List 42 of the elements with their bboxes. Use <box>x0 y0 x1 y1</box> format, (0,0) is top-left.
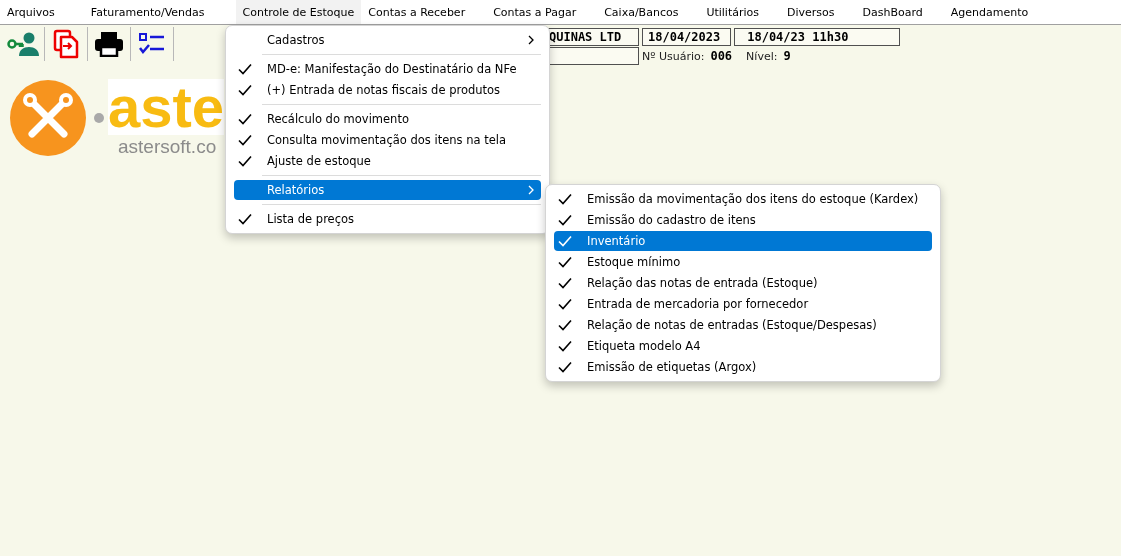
user-number-value: 006 <box>710 49 733 63</box>
menu-item[interactable]: Lista de preços <box>234 209 541 229</box>
menu-item[interactable]: Ajuste de estoque <box>234 151 541 171</box>
menu-item[interactable]: Emissão da movimentação dos itens do estoque (Kardex) <box>554 189 932 209</box>
menu-item[interactable]: Faturamento/Vendas <box>83 0 212 24</box>
menu-item[interactable]: Relação das notas de entrada (Estoque) <box>554 273 932 293</box>
checklist-icon <box>138 32 166 56</box>
menu-item[interactable]: Estoque mínimo <box>554 252 932 272</box>
logo-dot <box>94 113 104 123</box>
menu-item[interactable]: Recálculo do movimento <box>234 109 541 129</box>
menu-item[interactable]: Relação de notas de entradas (Estoque/Despesas) <box>554 315 932 335</box>
datetime-field: 18/04/23 11h30 <box>734 28 900 46</box>
printer-icon <box>94 31 124 57</box>
menu-item[interactable]: Controle de Estoque <box>235 0 362 24</box>
menu-item[interactable]: Etiqueta modelo A4 <box>554 336 932 356</box>
menu-item[interactable]: MD-e: Manifestação do Destinatário da NFe <box>234 59 541 79</box>
date-field: 18/04/2023 <box>642 28 731 46</box>
menu-item[interactable]: Emissão de etiquetas (Argox) <box>554 357 932 377</box>
user-number-label: Nº Usuário: <box>642 49 705 63</box>
menu-item[interactable]: Relatórios <box>234 180 541 200</box>
menu-item[interactable]: Inventário <box>554 231 932 251</box>
menu-item[interactable]: (+) Entrada de notas fiscais de produtos <box>234 80 541 100</box>
level-label: Nível: <box>746 49 778 63</box>
menu-item[interactable]: Diversos <box>780 0 842 24</box>
tools-logo-icon <box>10 80 86 156</box>
menu-item[interactable]: Entrada de mercadoria por fornecedor <box>554 294 932 314</box>
copy-document-icon <box>53 29 79 59</box>
menu-item[interactable]: Emissão do cadastro de itens <box>554 210 932 230</box>
menu-item[interactable]: Caixa/Bancos <box>597 0 686 24</box>
menu-item[interactable]: Contas a Pagar <box>486 0 584 24</box>
menu-item[interactable]: Arquivos <box>0 0 62 24</box>
logo-website: astersoft.co <box>108 135 225 159</box>
logo-wordmark: aste <box>108 79 225 135</box>
company-field: QUINAS LTD <box>548 28 639 46</box>
menu-item[interactable]: Contas a Receber <box>361 0 473 24</box>
menu-item[interactable]: Consulta movimentação dos itens na tela <box>234 130 541 150</box>
menu-item[interactable]: Utilitários <box>699 0 767 24</box>
menu-item[interactable]: Agendamento <box>943 0 1036 24</box>
level-value: 9 <box>783 49 791 63</box>
menu-item[interactable]: Cadastros <box>234 30 541 50</box>
menu-item[interactable]: DashBoard <box>855 0 930 24</box>
user-key-icon <box>7 31 39 57</box>
